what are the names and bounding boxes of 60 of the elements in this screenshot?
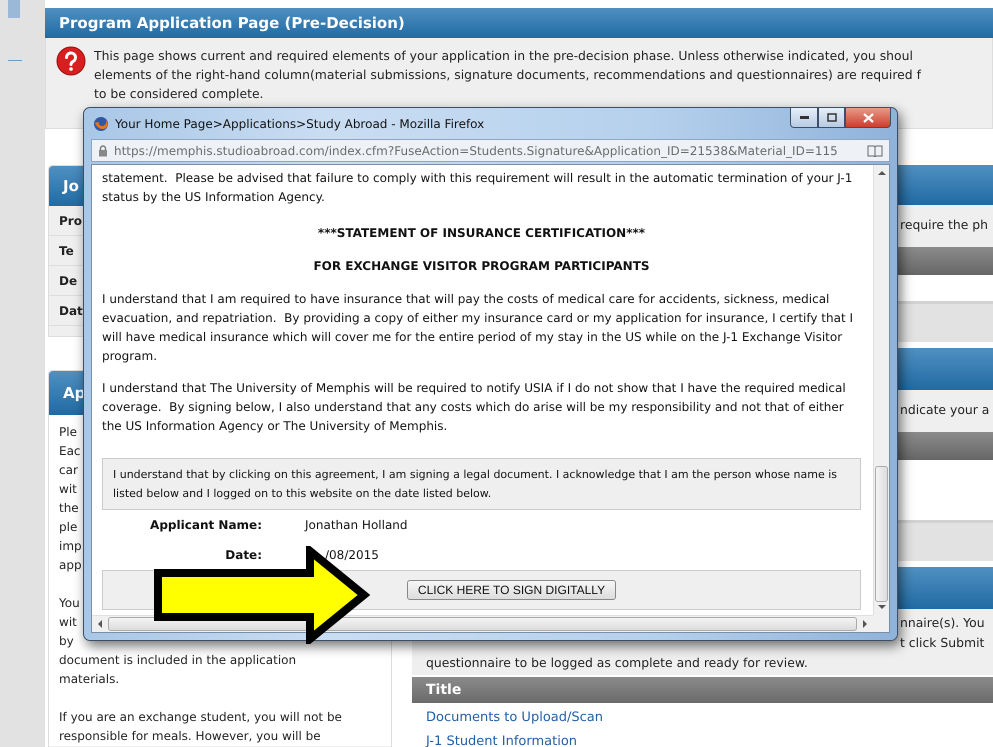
agreement-text: I understand that by clicking on this agreement, I am signing a legal document. I acknowledge that I am the person whose name is listed below and I logged on to this website on the date listed below. xyxy=(102,458,861,510)
panel-text: ndicate your a xyxy=(900,402,990,417)
scroll-right-icon[interactable] xyxy=(861,620,869,628)
panel-text: require the ph xyxy=(900,217,988,232)
notice-text: elements of the right-hand column(material submissions, signature documents, recommendations and questionnaires) are required f xyxy=(94,66,921,84)
document-link[interactable]: Documents to Upload/Scan xyxy=(412,703,993,727)
field-label: De xyxy=(59,274,78,288)
panel-text: If you are an exchange student, you will not be xyxy=(59,709,342,726)
panel-text: questionnaire to be logged as complete and ready for review. xyxy=(426,655,808,670)
nav-marker[interactable] xyxy=(8,0,20,18)
panel-text: Ple xyxy=(59,424,77,441)
page-title: Program Application Page (Pre-Decision) xyxy=(45,8,993,38)
scroll-left-icon[interactable] xyxy=(96,620,104,628)
panel-text: imp xyxy=(59,538,82,555)
panel-text: document is included in the application xyxy=(59,652,296,669)
panel-text: You xyxy=(59,595,80,612)
minimize-button[interactable] xyxy=(790,108,818,128)
panel-text: ple xyxy=(59,519,78,536)
help-icon xyxy=(56,46,86,76)
scroll-up-icon[interactable] xyxy=(878,169,886,177)
vertical-scrollbar[interactable] xyxy=(873,165,889,615)
scrollbar-thumb[interactable] xyxy=(875,466,888,602)
panel-text: wit xyxy=(59,481,77,498)
field-label: Te xyxy=(59,244,74,258)
notice-text: to be considered complete. xyxy=(94,85,264,103)
field-value: Jonathan Holland xyxy=(305,516,408,534)
panel-text: materials. xyxy=(59,671,120,688)
panel-text: app xyxy=(59,557,82,574)
maximize-icon xyxy=(826,113,836,122)
notice-text: This page shows current and required elements of your application in the pre-decision phase. Unless otherwise indicated, you shoul xyxy=(94,47,913,65)
address-bar[interactable]: https://memphis.studioabroad.com/index.cfm?FuseAction=Students.Signature&Application_ID=21538&Material_ID=115 xyxy=(91,139,890,162)
statement-heading: ***STATEMENT OF INSURANCE CERTIFICATION*** xyxy=(316,225,646,242)
window-title: Your Home Page>Applications>Study Abroad - Mozilla Firefox xyxy=(115,116,486,130)
browser-logo-icon xyxy=(93,116,109,132)
url-text: https://memphis.studioabroad.com/index.cfm?FuseAction=Students.Signature&Application_ID=21538&Material_ID=115 xyxy=(114,144,839,158)
minimize-icon xyxy=(800,116,808,119)
panel-text: nnaire(s). You xyxy=(900,615,985,630)
statement-subheading: FOR EXCHANGE VISITOR PROGRAM PARTICIPANTS xyxy=(312,258,651,275)
body-text: I understand that I am required to have insurance that will pay the costs of medical care for accidents, sickness, medical evacuation, and repatriation. By providing a copy of either my insurance card or my application for insurance, I certify that I will have medical insurance which will cover me for the entire period of my stay in the US while on the J-1 Exchange Visitor program. xyxy=(102,291,854,365)
lock-icon xyxy=(98,144,108,156)
panel-text: Eac xyxy=(59,443,81,460)
panel-text: t click Submit xyxy=(900,635,984,650)
panel-text: responsible for meals. However, you will be xyxy=(59,728,321,745)
panel-text: wit xyxy=(59,614,77,631)
scrollbar-thumb[interactable] xyxy=(108,617,857,631)
nav-link-line xyxy=(8,60,22,61)
panel-text: the xyxy=(59,500,79,517)
field-value: /08/2015 xyxy=(325,546,379,564)
panel-text: car xyxy=(59,462,78,479)
maximize-button[interactable] xyxy=(818,108,845,128)
column-header: Title xyxy=(412,677,993,703)
panel-text: by xyxy=(59,633,74,650)
field-label: Date: xyxy=(225,546,262,564)
field-label: Applicant Name: xyxy=(150,516,262,534)
sign-button[interactable]: CLICK HERE TO SIGN DIGITALLY xyxy=(406,580,616,600)
field-label: Dat xyxy=(59,304,83,318)
book-icon[interactable] xyxy=(867,144,883,156)
close-icon xyxy=(862,112,874,122)
field-label: Pro xyxy=(59,214,82,228)
close-button[interactable] xyxy=(845,108,891,128)
